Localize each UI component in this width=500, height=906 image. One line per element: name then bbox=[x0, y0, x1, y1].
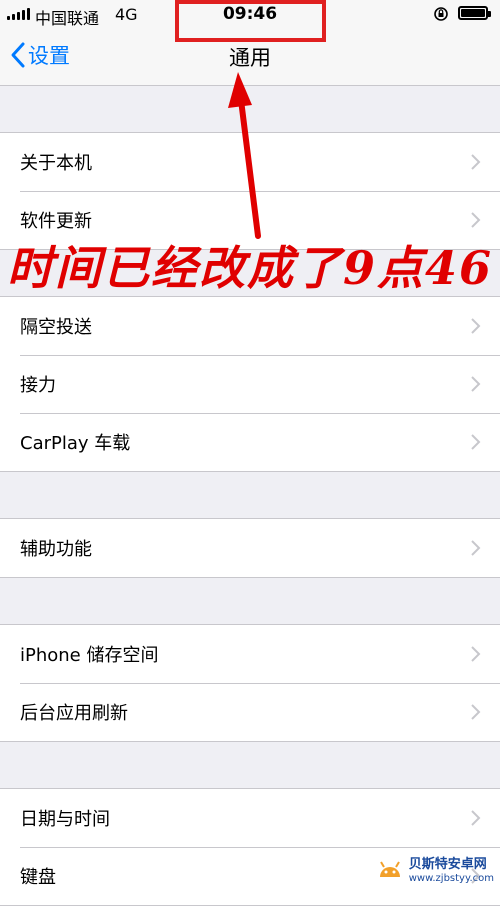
settings-row-carplay[interactable]: CarPlay 车载 bbox=[0, 413, 500, 471]
settings-row-label: 日期与时间 bbox=[20, 809, 110, 830]
settings-row-iphone-storage[interactable]: iPhone 储存空间 bbox=[0, 625, 500, 683]
settings-row-label: 后台应用刷新 bbox=[20, 703, 128, 724]
chevron-right-icon bbox=[471, 376, 481, 392]
settings-row-label: 辅助功能 bbox=[20, 539, 92, 560]
settings-row-label: 接力 bbox=[20, 375, 56, 396]
chevron-right-icon bbox=[471, 318, 481, 334]
watermark: 贝斯特安卓网 www.zjbstyy.com bbox=[375, 857, 494, 885]
settings-group-accessibility: 辅助功能 bbox=[0, 518, 500, 578]
watermark-name: 贝斯特安卓网 bbox=[408, 857, 487, 873]
settings-row-date-time[interactable]: 日期与时间 bbox=[0, 789, 500, 847]
settings-row-label: 键盘 bbox=[20, 867, 56, 888]
annotation-text: 时间已经改成了9点46 bbox=[6, 241, 494, 295]
chevron-right-icon bbox=[471, 646, 481, 662]
chevron-right-icon bbox=[471, 434, 481, 450]
watermark-url: www.zjbstyy.com bbox=[408, 872, 494, 884]
settings-row-label: iPhone 储存空间 bbox=[20, 645, 159, 666]
android-logo-icon bbox=[379, 861, 400, 877]
annotation-arrow bbox=[228, 72, 261, 239]
chevron-right-icon bbox=[471, 704, 481, 720]
settings-row-label: 隔空投送 bbox=[20, 317, 92, 338]
settings-group-storage: iPhone 储存空间 后台应用刷新 bbox=[0, 624, 500, 742]
settings-row-label: CarPlay 车载 bbox=[20, 433, 131, 454]
settings-row-accessibility[interactable]: 辅助功能 bbox=[0, 519, 500, 577]
settings-row-handoff[interactable]: 接力 bbox=[0, 355, 500, 413]
settings-group-date-keyboard: 日期与时间 键盘 bbox=[0, 788, 500, 906]
settings-row-airdrop[interactable]: 隔空投送 bbox=[0, 297, 500, 355]
settings-group-continuity: 隔空投送 接力 CarPlay 车载 bbox=[0, 296, 500, 472]
chevron-right-icon bbox=[471, 540, 481, 556]
settings-row-background-app-refresh[interactable]: 后台应用刷新 bbox=[0, 683, 500, 741]
chevron-right-icon bbox=[471, 810, 481, 826]
